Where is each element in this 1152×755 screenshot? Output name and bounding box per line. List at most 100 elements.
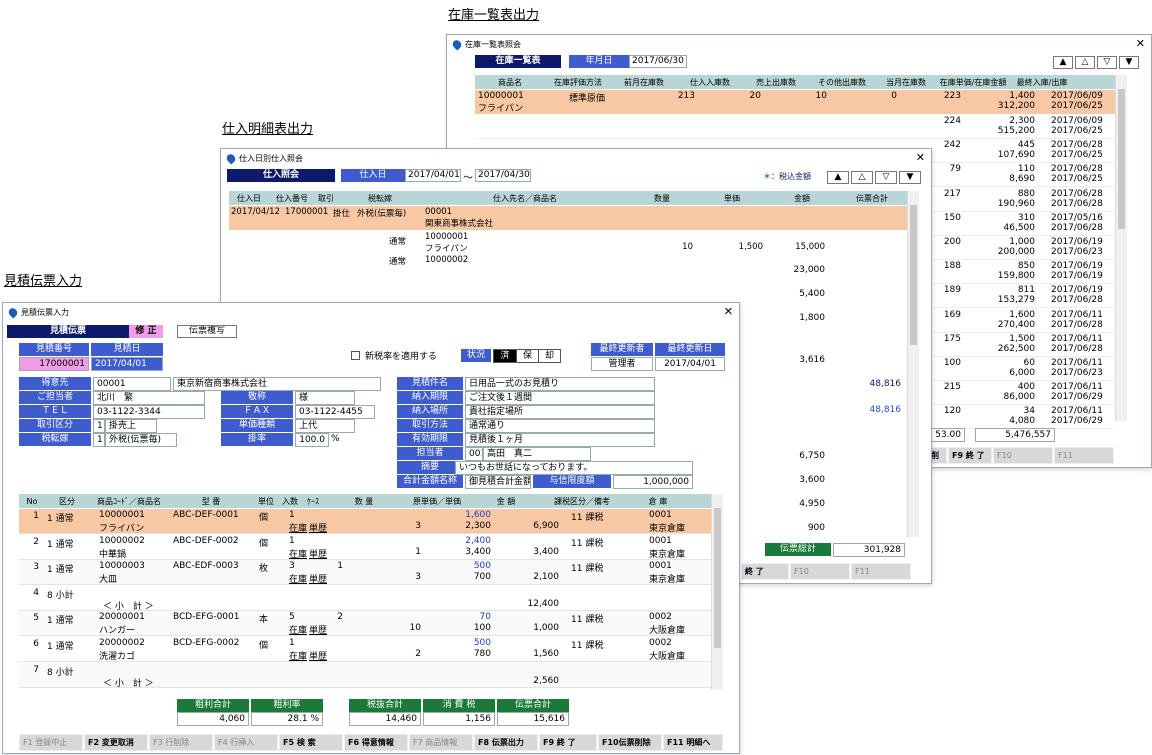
amount-name-field[interactable]: 御見積合計金額 [465, 475, 531, 489]
status-option-hold[interactable]: 保 [516, 350, 538, 362]
fkey-print-slip[interactable]: F8 伝票出力 [474, 734, 538, 751]
fkey-button[interactable]: 終 了 [741, 563, 789, 580]
table-row[interactable]: 21 通常 10000002 中華鍋 ABC-DEF-0002 個 1 在庫 単歴 1 2,400… [19, 534, 711, 560]
fkey-to-details[interactable]: F11 明細へ [663, 734, 723, 751]
fkey-delete-row[interactable]: F3 行削除 [149, 734, 213, 751]
col-header: 数 量 [354, 496, 374, 506]
close-icon[interactable]: ✕ [916, 151, 925, 164]
price-type-field[interactable]: 上代 [295, 419, 355, 433]
scrollbar[interactable] [711, 494, 723, 690]
first-page-button[interactable]: ▲ [827, 171, 849, 184]
staff-code-field[interactable]: 001 [465, 447, 483, 461]
scrollbar[interactable] [907, 191, 919, 537]
staff-label: 担当者 [397, 447, 463, 460]
unit-price: 880 [1017, 188, 1035, 199]
date-field[interactable]: 2017/06/30 [629, 55, 687, 68]
summary-field[interactable]: いつもお世話になっております。 [455, 461, 693, 475]
fkey-delete-slip[interactable]: F10伝票削除 [598, 734, 662, 751]
table-row[interactable]: 4 8 小計 ＜ 小 計 ＞ 12,400 [19, 585, 711, 611]
fkey-search[interactable]: F5 検 索 [279, 734, 343, 751]
tax-shift-field[interactable]: 外税(伝票毎) [105, 433, 177, 447]
contact-field[interactable]: 北川 繁 [93, 391, 205, 405]
estimate-no-field[interactable]: 17000001 [19, 357, 89, 371]
tax-kind: 通常 [389, 237, 407, 247]
scrollbar-thumb[interactable] [910, 205, 917, 345]
customer-code-field[interactable]: 00001 [93, 377, 171, 391]
subject-field[interactable]: 日用品一式のお見積り [465, 377, 655, 391]
tel-field[interactable]: 03-1122-3344 [93, 405, 205, 419]
last-page-button[interactable]: ▼ [1119, 56, 1139, 69]
fax-field[interactable]: 03-1122-4455 [295, 405, 375, 419]
row-no: 6 [33, 639, 39, 649]
fkey-button[interactable]: F10 [790, 563, 850, 580]
trade-kind: 掛仕 [333, 209, 351, 219]
scrollbar-thumb[interactable] [1118, 89, 1125, 229]
table-row[interactable]: 61 通常 20000002 洗濯カゴ BCD-EFG-0002 個 1 在庫 単歴 2 500 7… [19, 637, 711, 662]
table-row[interactable]: 10000001 フライパン 標準原価 213 20 10 0 223 1,40… [475, 90, 1115, 114]
fkey-customer-info[interactable]: F6 得意情報 [344, 734, 408, 751]
tax-code-field[interactable]: 1 [93, 433, 105, 447]
close-icon[interactable]: ✕ [1136, 37, 1145, 50]
history-link[interactable]: 単歴 [309, 547, 327, 559]
trade-type-field[interactable]: 掛売上 [105, 419, 157, 433]
date-from-field[interactable]: 2017/04/01 [405, 169, 461, 182]
table-row[interactable]: 7 8 小計 ＜ 小 計 ＞ 2,560 [19, 662, 711, 688]
close-icon[interactable]: ✕ [724, 305, 733, 318]
new-tax-checkbox[interactable] [351, 351, 360, 360]
scrollbar[interactable] [1115, 75, 1127, 421]
history-link[interactable]: 単歴 [309, 572, 327, 584]
history-link[interactable]: 単歴 [309, 649, 327, 661]
unit-price: 400 [1017, 382, 1035, 393]
delivery-field[interactable]: ご注文後１週間 [465, 391, 655, 405]
scrollbar-thumb[interactable] [714, 508, 721, 648]
next-page-button[interactable]: ▽ [875, 171, 897, 184]
amount-name-label: 合計金額名称 [397, 475, 463, 488]
estimate-date-field[interactable]: 2017/04/01 [91, 357, 163, 371]
stock-link[interactable]: 在庫 [289, 649, 307, 661]
valid-field[interactable]: 見積後１ヶ月 [465, 433, 655, 447]
table-row[interactable]: 11 通常 10000001 フライパン ABC-DEF-0001 個 1 在庫 単歴 3 1,6… [19, 509, 711, 534]
last-out-date: 2017/06/23 [1051, 247, 1103, 257]
prev-page-button[interactable]: △ [1075, 56, 1095, 69]
col-header: 伝票合計 [856, 193, 888, 203]
last-page-button[interactable]: ▼ [899, 171, 921, 184]
method-field[interactable]: 通常通り [465, 419, 655, 433]
history-link[interactable]: 単歴 [309, 521, 327, 533]
fkey-undo-change[interactable]: F2 変更取消 [84, 734, 148, 751]
table-row[interactable]: 2017/04/12 17000001 掛仕 外税(伝票毎) 00001 関東商… [229, 206, 907, 230]
fkey-exit[interactable]: F9 終 了 [539, 734, 597, 751]
rate-field[interactable]: 100.0 [295, 433, 329, 447]
copy-slip-button[interactable]: 伝票複写 [177, 325, 237, 338]
amount-cell: 3,600 [799, 475, 825, 485]
fkey-insert-row[interactable]: F4 行挿入 [214, 734, 278, 751]
status-option-done[interactable]: 済 [494, 350, 516, 362]
row-kind: 1 通常 [47, 642, 74, 652]
status-option-reject[interactable]: 却 [538, 350, 560, 362]
fkey-product-info[interactable]: F7 商品情報 [409, 734, 473, 751]
trade-code-field[interactable]: 1 [93, 419, 105, 433]
first-page-button[interactable]: ▲ [1053, 56, 1073, 69]
trade-type-label: 取引区分 [19, 419, 91, 432]
customer-name-field[interactable]: 東京新宿商事株式会社 [173, 377, 381, 391]
table-row[interactable]: 5 1 通常 20000001 ハンガー BCD-EFG-0001 本 5 2 在庫 単歴 10 70… [19, 611, 711, 637]
table-row[interactable]: 31 通常 10000003 大皿 ABC-EDF-0003 枚 3 1 在庫 単歴 3 500 70… [19, 560, 711, 586]
fkey-button[interactable]: F11 [1054, 447, 1114, 464]
history-link[interactable]: 単歴 [309, 623, 327, 635]
table-row[interactable]: 224 2,300 515,200 2017/06/09 2017/06/25 [475, 115, 1115, 139]
stock-link[interactable]: 在庫 [289, 572, 307, 584]
table-row[interactable]: 通常 10000001 フライパン 10 1,500 15,000 [229, 231, 907, 255]
stock-link[interactable]: 在庫 [289, 547, 307, 559]
fkey-button[interactable]: F10 [993, 447, 1053, 464]
place-field[interactable]: 貴社指定場所 [465, 405, 655, 419]
date-to-field[interactable]: 2017/04/30 [475, 169, 531, 182]
prev-page-button[interactable]: △ [851, 171, 873, 184]
fkey-button[interactable]: F9 終 了 [948, 447, 992, 464]
fkey-cancel-entry[interactable]: F1 登録中止 [19, 734, 83, 751]
honorific-field[interactable]: 様 [295, 391, 355, 405]
table-row[interactable]: 通常 10000002 [229, 255, 907, 265]
stock-link[interactable]: 在庫 [289, 521, 307, 533]
next-page-button[interactable]: ▽ [1097, 56, 1117, 69]
fkey-button[interactable]: F11 [851, 563, 911, 580]
stock-link[interactable]: 在庫 [289, 623, 307, 635]
staff-field[interactable]: 高田 真二 [483, 447, 591, 461]
